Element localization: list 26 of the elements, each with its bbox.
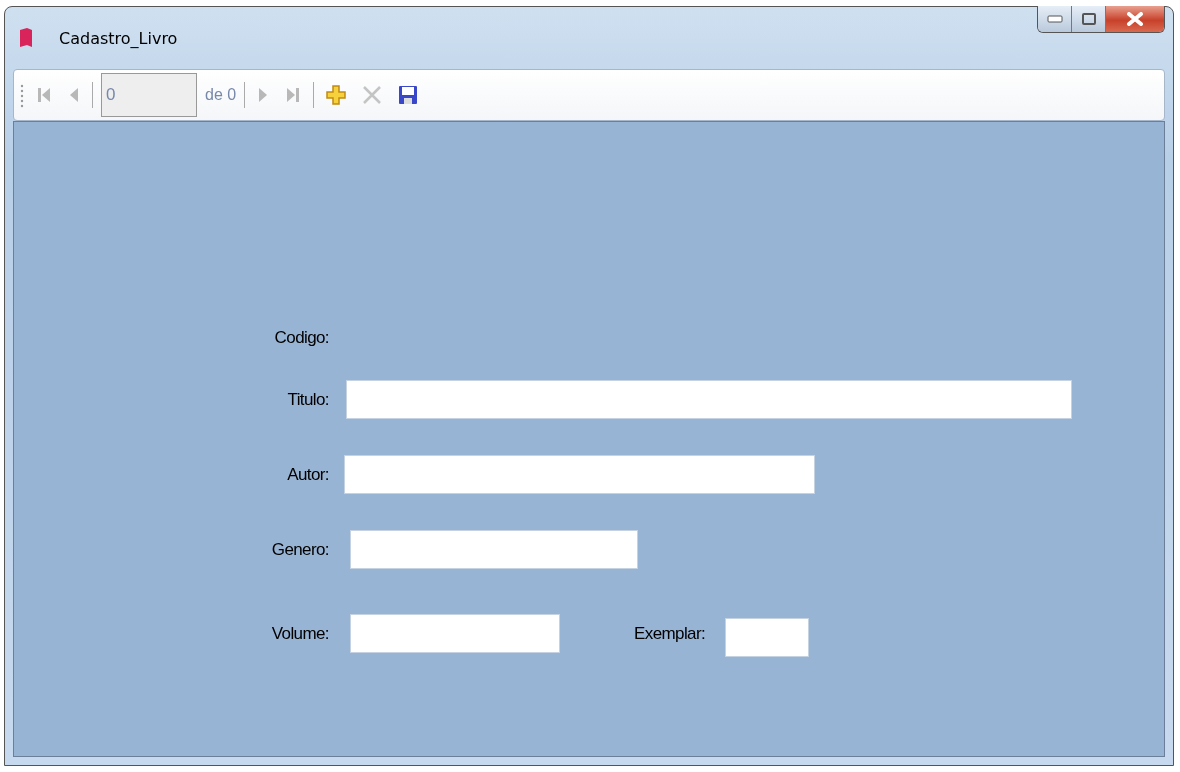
field-label: Volume: bbox=[270, 623, 329, 644]
input-field[interactable] bbox=[350, 614, 560, 653]
input-field[interactable] bbox=[725, 618, 810, 657]
position-field[interactable]: 0 bbox=[101, 73, 197, 117]
minimize-button[interactable] bbox=[1038, 6, 1072, 32]
field-label: Exemplar: bbox=[634, 623, 706, 644]
close-icon bbox=[1126, 12, 1144, 26]
maximize-button[interactable] bbox=[1072, 6, 1106, 32]
left-triangle-icon bbox=[68, 86, 80, 104]
input-field[interactable] bbox=[346, 380, 1072, 419]
field-label: Codigo: bbox=[273, 328, 329, 348]
input-field[interactable] bbox=[344, 455, 815, 494]
first-icon bbox=[36, 86, 52, 104]
close-button[interactable] bbox=[1106, 6, 1164, 32]
book-icon bbox=[19, 28, 33, 48]
minimize-icon bbox=[1046, 15, 1063, 23]
x-icon bbox=[362, 85, 383, 105]
input-field[interactable] bbox=[350, 530, 638, 569]
record-count: de 0 bbox=[205, 86, 237, 104]
field-label: Titulo: bbox=[286, 389, 329, 410]
maximize-icon bbox=[1081, 13, 1096, 25]
plus-icon bbox=[326, 85, 347, 105]
field-label: Genero: bbox=[270, 539, 329, 560]
window-title: Cadastro_Livro bbox=[59, 28, 178, 48]
last-icon bbox=[285, 86, 302, 104]
field-label: Autor: bbox=[286, 464, 329, 485]
